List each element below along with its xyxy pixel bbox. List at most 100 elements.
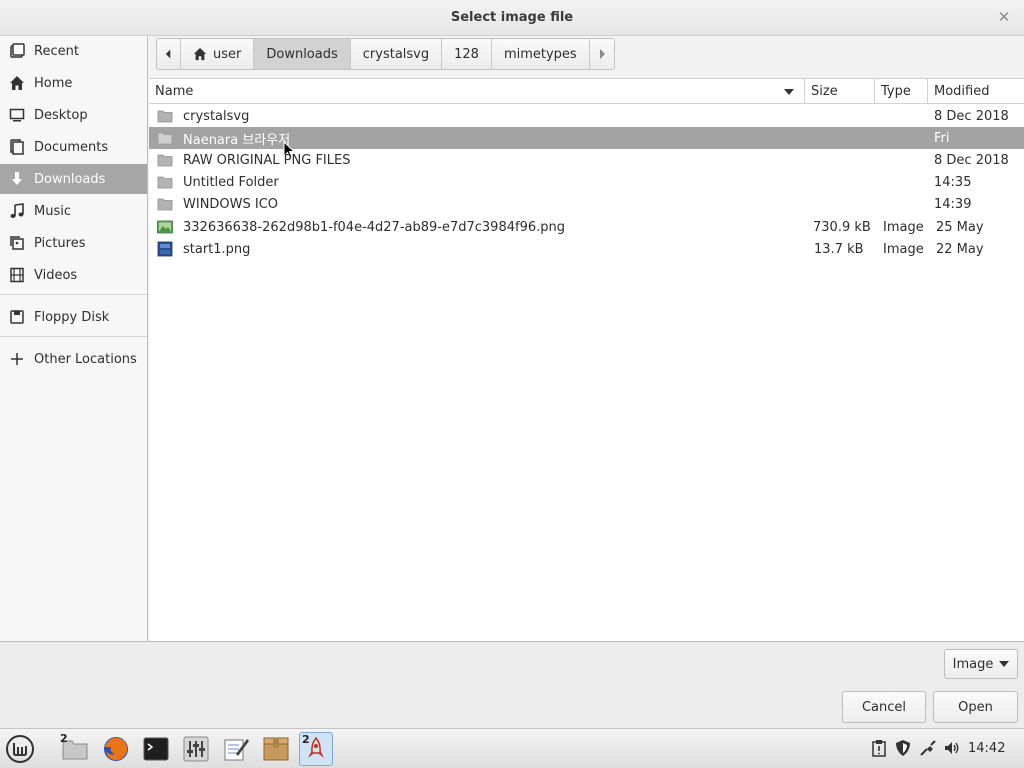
sidebar-item-label: Other Locations [34,351,137,367]
chevron-left-icon [165,49,171,59]
column-header-size[interactable]: Size [805,79,875,104]
start-menu-button[interactable] [3,732,37,766]
sidebar-item-recent[interactable]: Recent [0,36,147,66]
column-header-label: Type [881,83,911,99]
music-icon [8,202,26,220]
column-header-label: Modified [934,83,990,99]
taskbar-archive-button[interactable] [259,732,293,766]
file-type: Image [883,241,924,257]
file-row[interactable]: 332636638-262d98b1-f04e-4d27-ab89-e7d7c3… [149,216,1024,238]
file-name: 332636638-262d98b1-f04e-4d27-ab89-e7d7c3… [183,219,565,235]
column-header-modified[interactable]: Modified [928,79,1024,104]
shield-tray-icon[interactable] [894,739,912,757]
file-size: 730.9 kB [813,219,871,235]
path-crumb-crystalsvg[interactable]: crystalsvg [350,39,443,69]
floppy-icon [8,308,26,326]
sidebar-item-label: Pictures [34,235,86,251]
sidebar-divider [0,294,147,295]
file-name: Naenara 브라우저 [183,132,291,148]
text-editor-icon [224,739,249,761]
file-list: Name Size Type Modified crystalsvg 8 Dec… [149,78,1024,641]
column-header-label: Name [155,83,194,99]
volume-tray-icon[interactable] [943,739,961,757]
mixer-settings-icon [183,736,209,762]
recent-icon [8,42,26,60]
sidebar-item-documents[interactable]: Documents [0,132,147,162]
network-tray-icon[interactable] [919,739,937,757]
sidebar-item-label: Music [34,203,71,219]
path-crumb-user[interactable]: user [181,39,255,69]
image-file-icon [157,220,173,234]
archive-box-icon [263,737,289,761]
documents-icon [8,138,26,156]
file-type-filter-dropdown[interactable]: Image [944,649,1018,679]
file-name: start1.png [183,241,251,257]
file-row[interactable]: start1.png 13.7 kB Image 22 May [149,238,1024,260]
file-chooser-dialog: Select image file ✕ Recent Home Desktop [0,0,1024,728]
path-crumb-label: Downloads [266,46,338,62]
close-icon[interactable]: ✕ [994,7,1014,27]
path-crumb-label: user [213,46,242,62]
title-bar: Select image file ✕ [0,0,1024,36]
taskbar-active-app-button[interactable]: 2 [299,732,333,766]
file-row[interactable]: WINDOWS ICO 14:39 [149,193,1024,215]
path-bar: user Downloads crystalsvg 128 mimetypes [156,38,615,70]
dialog-action-area: Image Cancel Open [0,641,1024,728]
open-button[interactable]: Open [933,691,1018,723]
file-row[interactable]: crystalsvg 8 Dec 2018 [149,105,1024,127]
taskbar-files-button[interactable]: 2 [58,732,92,766]
file-row[interactable]: RAW ORIGINAL PNG FILES 8 Dec 2018 [149,149,1024,171]
window-count-badge: 2 [60,732,68,745]
taskbar-settings-button[interactable] [179,732,213,766]
file-modified: 8 Dec 2018 [934,108,1009,124]
column-header-label: Size [811,83,838,99]
cancel-button-label: Cancel [861,699,907,715]
sidebar-item-label: Videos [34,267,78,283]
taskbar-text-editor-button[interactable] [219,732,253,766]
sidebar-item-desktop[interactable]: Desktop [0,100,147,130]
clock[interactable]: 14:42 [968,741,1005,756]
filter-label: Image [952,656,994,672]
sidebar-item-downloads[interactable]: Downloads [0,164,147,194]
sidebar-item-pictures[interactable]: Pictures [0,228,147,258]
file-row[interactable]: Untitled Folder 14:35 [149,171,1024,193]
path-scroll-left-button[interactable] [157,39,181,69]
path-crumb-label: crystalsvg [362,46,430,62]
taskbar-firefox-button[interactable] [99,732,133,766]
sidebar-item-other-locations[interactable]: Other Locations [0,344,147,374]
path-crumb-downloads[interactable]: Downloads [254,39,351,69]
path-crumb-mimetypes[interactable]: mimetypes [491,39,590,69]
file-name: WINDOWS ICO [183,196,279,212]
file-modified: Fri [934,130,950,146]
file-modified: 22 May [936,241,984,257]
column-header-name[interactable]: Name [149,79,805,104]
window-count-badge: 2 [302,733,310,746]
sidebar-item-music[interactable]: Music [0,196,147,226]
column-header-type[interactable]: Type [875,79,928,104]
file-type: Image [883,219,924,235]
dialog-title: Select image file [450,10,574,25]
taskbar-terminal-button[interactable] [139,732,173,766]
mint-logo-icon [6,735,34,763]
cancel-button[interactable]: Cancel [842,691,926,723]
taskbar: 2 2 14:42 [0,728,1024,768]
sidebar-item-label: Floppy Disk [34,309,110,325]
pictures-icon [8,234,26,252]
file-name: RAW ORIGINAL PNG FILES [183,152,351,168]
folder-icon [157,198,173,211]
downloads-icon [8,170,26,188]
chevron-right-icon [599,49,605,59]
sidebar-item-home[interactable]: Home [0,68,147,98]
file-row-selected[interactable]: Naenara 브라우저 Fri [149,127,1024,159]
file-name: Untitled Folder [183,174,279,190]
clipboard-tray-icon[interactable] [870,739,888,757]
plus-icon [8,350,26,368]
file-name: crystalsvg [183,108,250,124]
path-crumb-label: 128 [454,46,479,62]
sidebar-item-label: Documents [34,139,109,155]
sidebar-item-floppy-disk[interactable]: Floppy Disk [0,302,147,332]
path-crumb-128[interactable]: 128 [442,39,492,69]
path-scroll-right-button[interactable] [589,39,614,69]
sidebar-divider [0,336,147,337]
sidebar-item-videos[interactable]: Videos [0,260,147,290]
